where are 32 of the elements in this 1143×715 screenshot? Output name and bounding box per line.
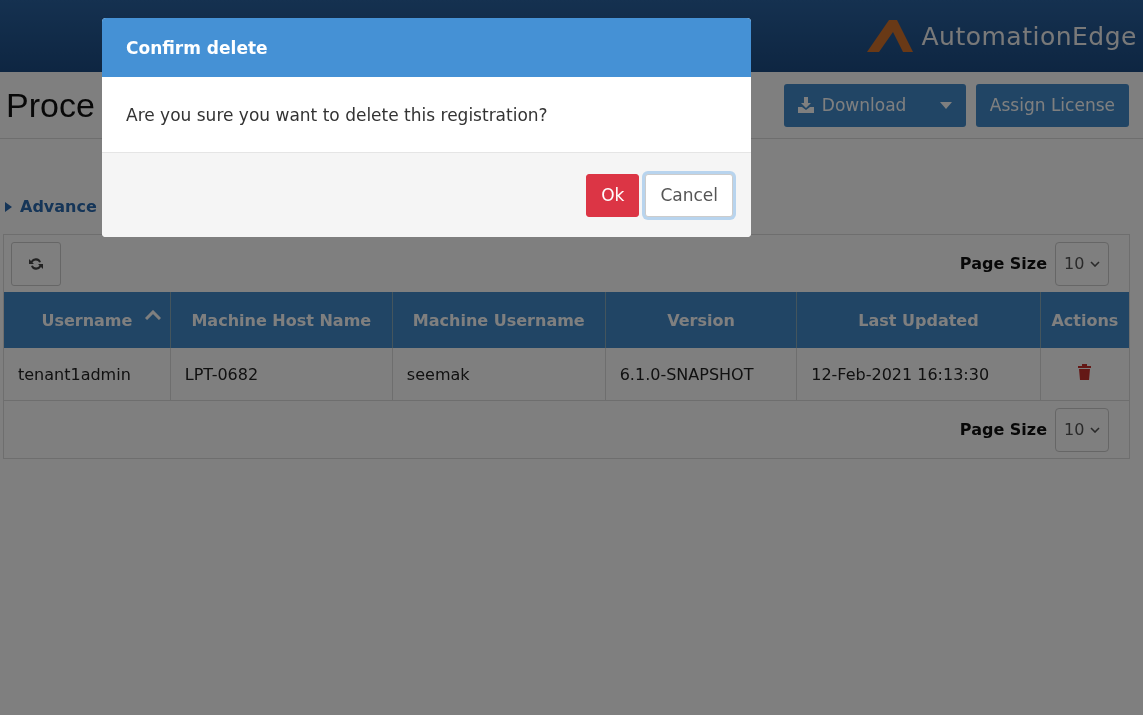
refresh-icon [28, 255, 44, 272]
table-cell: 12-Feb-2021 16:13:30 [811, 364, 990, 384]
table-cell: tenant1admin [18, 364, 131, 384]
page-size-label: Page Size [959, 420, 1047, 439]
trash-icon[interactable] [1078, 364, 1092, 380]
column-header[interactable]: Username [4, 292, 171, 348]
table-cell: seemak [406, 364, 470, 384]
caret-icon [939, 101, 952, 109]
refresh-button[interactable] [11, 241, 61, 286]
dialog-message: Are you sure you want to delete this registration? [126, 104, 548, 125]
column-header[interactable]: Actions [1040, 292, 1129, 348]
page-title: Proce [6, 85, 95, 125]
column-header[interactable]: Last Updated [796, 292, 1041, 348]
page-size-label: Page Size [959, 254, 1047, 273]
cancel-button[interactable]: Cancel [645, 173, 733, 217]
chevron-icon [1090, 260, 1100, 267]
download-icon [797, 97, 814, 113]
ok-button[interactable]: Ok [586, 173, 640, 217]
download-button[interactable]: Download [783, 83, 966, 127]
chevron-icon [1090, 426, 1100, 433]
advanced-toggle[interactable]: Advance [5, 197, 97, 216]
page-size-select[interactable]: 10 [1055, 241, 1109, 286]
sort-icon [144, 310, 161, 320]
column-header[interactable]: Machine Host Name [170, 292, 393, 348]
table-cell: LPT-0682 [184, 364, 259, 384]
table-cell: 6.1.0-SNAPSHOT [619, 364, 754, 384]
column-header[interactable]: Version [605, 292, 797, 348]
column-header[interactable]: Machine Username [392, 292, 606, 348]
assign-license-button[interactable]: Assign License [975, 83, 1129, 127]
logo-text: AutomationEdge [921, 21, 1137, 51]
dialog-title: Confirm delete [126, 37, 268, 58]
page-size-select[interactable]: 10 [1055, 407, 1109, 452]
